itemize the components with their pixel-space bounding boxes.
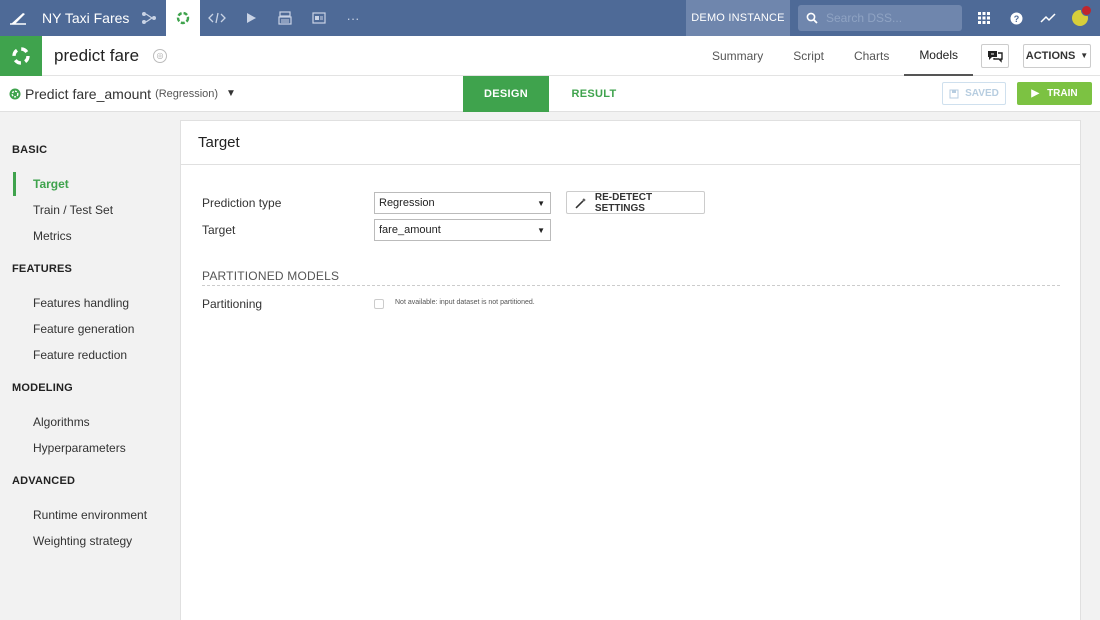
dss-logo-icon[interactable] bbox=[0, 0, 36, 36]
task-selector[interactable]: Predict fare_amount (Regression) ▼ bbox=[9, 86, 236, 102]
sidebar-item-target[interactable]: Target bbox=[33, 177, 69, 191]
caret-down-icon: ▼ bbox=[1080, 51, 1089, 60]
notification-badge bbox=[1081, 5, 1092, 16]
analysis-icon bbox=[0, 35, 42, 76]
prediction-type-value: Regression bbox=[379, 197, 435, 209]
discussions-button[interactable] bbox=[981, 43, 1009, 68]
tab-result[interactable]: RESULT bbox=[549, 76, 639, 112]
partitioning-checkbox[interactable] bbox=[374, 299, 384, 309]
section-divider bbox=[202, 285, 1060, 286]
train-label: TRAIN bbox=[1047, 88, 1078, 99]
prediction-type-select[interactable]: Regression ▼ bbox=[374, 192, 551, 214]
actions-button[interactable]: ACTIONS ▼ bbox=[1023, 43, 1091, 68]
task-type: (Regression) bbox=[155, 87, 219, 100]
target-select[interactable]: fare_amount ▼ bbox=[374, 219, 551, 241]
object-nav: Summary Script Charts Models ACTIONS ▼ bbox=[697, 36, 1100, 76]
sidebar-item-features-handling[interactable]: Features handling bbox=[33, 296, 129, 310]
section-advanced: ADVANCED bbox=[12, 475, 76, 487]
dashboard-icon[interactable] bbox=[302, 0, 336, 36]
caret-down-icon: ▼ bbox=[537, 199, 545, 208]
user-avatar[interactable] bbox=[1064, 0, 1096, 36]
section-features: FEATURES bbox=[12, 263, 73, 275]
more-icon[interactable]: ··· bbox=[336, 0, 370, 36]
code-icon[interactable] bbox=[200, 0, 234, 36]
section-basic: BASIC bbox=[12, 144, 48, 156]
prediction-type-label: Prediction type bbox=[202, 196, 282, 210]
target-label: Target bbox=[202, 223, 236, 237]
project-title[interactable]: NY Taxi Fares bbox=[42, 10, 132, 26]
redetect-label: RE-DETECT SETTINGS bbox=[594, 191, 653, 214]
play-icon: ▶ bbox=[1031, 88, 1040, 99]
sidebar-item-weighting-strategy[interactable]: Weighting strategy bbox=[33, 534, 132, 548]
sidebar-item-train-test-set[interactable]: Train / Test Set bbox=[33, 203, 113, 217]
help-icon[interactable]: ? bbox=[1000, 0, 1032, 36]
notebook-icon[interactable] bbox=[268, 0, 302, 36]
nav-script[interactable]: Script bbox=[778, 36, 839, 76]
flow-icon[interactable] bbox=[132, 0, 166, 36]
nav-charts[interactable]: Charts bbox=[839, 36, 904, 76]
sidebar-item-metrics[interactable]: Metrics bbox=[33, 229, 72, 243]
chat-icon bbox=[988, 50, 1003, 63]
partitioning-note: Not available: input dataset is not part… bbox=[395, 299, 535, 306]
active-indicator bbox=[13, 172, 16, 196]
ml-icon[interactable] bbox=[166, 0, 200, 36]
sidebar-item-feature-generation[interactable]: Feature generation bbox=[33, 322, 134, 336]
magic-wand-icon bbox=[575, 197, 586, 209]
activity-icon[interactable] bbox=[1032, 0, 1064, 36]
design-sidebar: BASIC Target Train / Test Set Metrics FE… bbox=[0, 112, 180, 620]
save-icon bbox=[949, 89, 959, 98]
task-title: Predict fare_amount bbox=[25, 85, 152, 102]
search-input[interactable] bbox=[826, 11, 946, 25]
nav-models[interactable]: Models bbox=[904, 36, 973, 76]
object-header: predict fare ◎ Summary Script Charts Mod… bbox=[0, 35, 1100, 76]
sidebar-item-algorithms[interactable]: Algorithms bbox=[33, 415, 90, 429]
apps-grid-icon[interactable] bbox=[968, 0, 1000, 36]
caret-down-icon: ▼ bbox=[537, 226, 545, 235]
train-button[interactable]: ▶ TRAIN bbox=[1017, 82, 1092, 105]
search-icon bbox=[806, 12, 818, 24]
target-settings-panel: Target Prediction type Regression ▼ RE-D… bbox=[180, 120, 1081, 620]
sidebar-item-feature-reduction[interactable]: Feature reduction bbox=[33, 348, 127, 362]
partitioned-models-heading: PARTITIONED MODELS bbox=[202, 269, 340, 283]
avatar bbox=[1072, 5, 1092, 26]
redetect-settings-button[interactable]: RE-DETECT SETTINGS bbox=[566, 191, 705, 214]
design-toolbar: Predict fare_amount (Regression) ▼ DESIG… bbox=[0, 76, 1100, 112]
sidebar-item-runtime-environment[interactable]: Runtime environment bbox=[33, 508, 147, 522]
tab-design[interactable]: DESIGN bbox=[463, 76, 549, 112]
run-icon[interactable] bbox=[234, 0, 268, 36]
object-name[interactable]: predict fare bbox=[54, 46, 139, 66]
instance-badge: DEMO INSTANCE bbox=[686, 0, 790, 36]
actions-label: ACTIONS bbox=[1025, 49, 1076, 62]
top-navigation-bar: NY Taxi Fares ··· DEMO INSTANCE ? bbox=[0, 0, 1100, 36]
nav-summary[interactable]: Summary bbox=[697, 36, 778, 76]
search-box[interactable] bbox=[798, 5, 962, 31]
panel-title: Target bbox=[181, 121, 1080, 165]
section-modeling: MODELING bbox=[12, 382, 73, 394]
caret-down-icon: ▼ bbox=[226, 88, 236, 99]
target-value: fare_amount bbox=[379, 224, 441, 236]
sidebar-item-hyperparameters[interactable]: Hyperparameters bbox=[33, 441, 126, 455]
partitioning-label: Partitioning bbox=[202, 297, 263, 311]
svg-text:?: ? bbox=[1013, 14, 1019, 24]
task-status-icon bbox=[9, 88, 21, 99]
saved-label: SAVED bbox=[965, 88, 999, 99]
watch-icon[interactable]: ◎ bbox=[153, 48, 168, 63]
saved-button[interactable]: SAVED bbox=[942, 82, 1006, 105]
